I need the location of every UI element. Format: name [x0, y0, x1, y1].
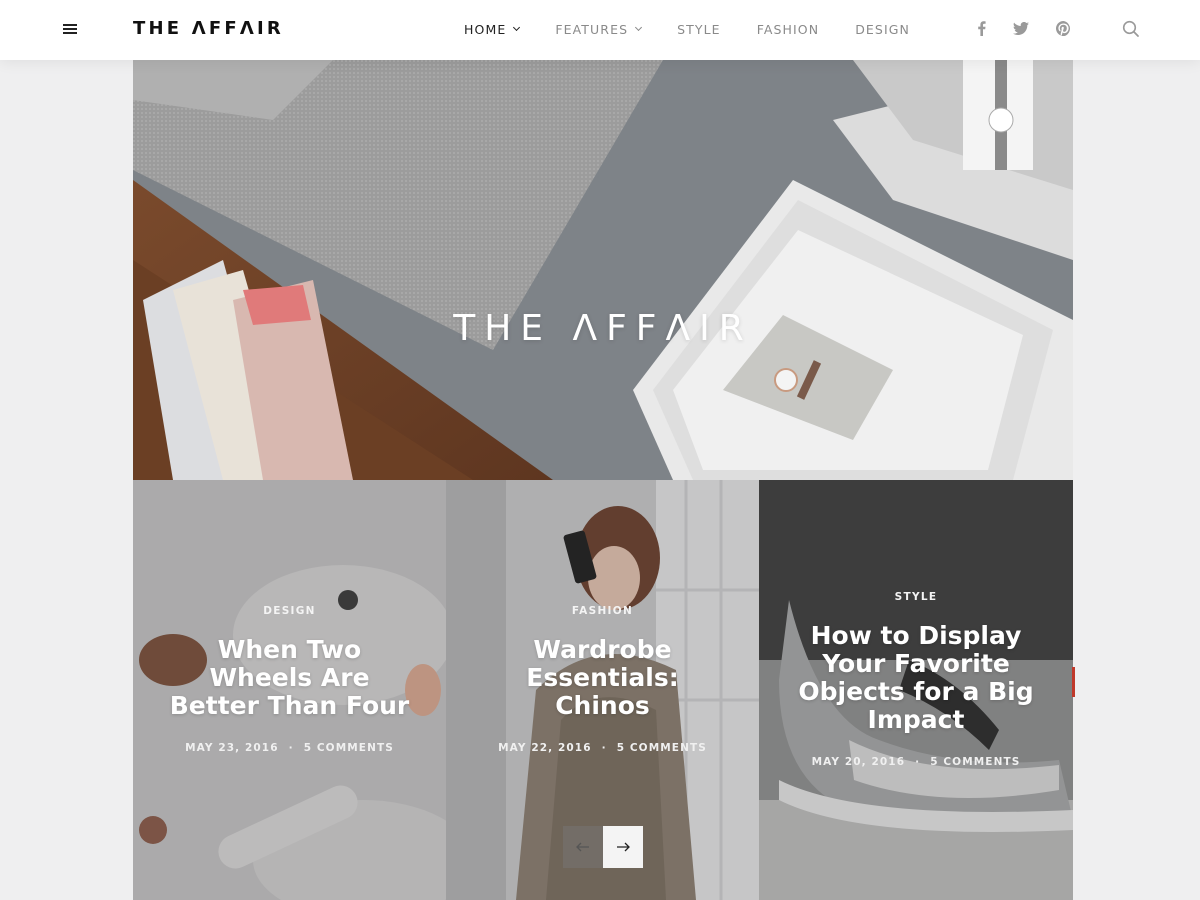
nav-item-features[interactable]: FEATURES: [555, 22, 643, 37]
post-category[interactable]: DESIGN: [133, 605, 446, 617]
nav-label: FEATURES: [555, 22, 629, 37]
post-meta: MAY 23, 2016 · 5 COMMENTS: [185, 742, 394, 754]
arrow-right-icon: [617, 842, 630, 852]
post-comments[interactable]: 5 COMMENTS: [617, 742, 707, 754]
side-tab[interactable]: [1072, 667, 1075, 697]
arrow-left-icon: [576, 842, 589, 852]
post-title[interactable]: When Two Wheels Are Better Than Four: [165, 636, 415, 720]
post-comments[interactable]: 5 COMMENTS: [304, 742, 394, 754]
post-content: FASHION Wardrobe Essentials: Chinos MAY …: [446, 605, 759, 754]
post-date: MAY 20, 2016: [811, 756, 906, 768]
nav-label: HOME: [464, 22, 507, 37]
site-header: THE ΛFFΛIR HOME FEATURES STYLE FASHION D…: [0, 0, 1200, 60]
post-category[interactable]: STYLE: [759, 591, 1073, 603]
post-card-design[interactable]: DESIGN When Two Wheels Are Better Than F…: [133, 480, 446, 900]
pinterest-icon[interactable]: [1054, 19, 1072, 37]
nav-item-fashion[interactable]: FASHION: [757, 22, 820, 37]
hero-title: THE ΛFFΛIR: [453, 308, 753, 349]
post-category[interactable]: FASHION: [446, 605, 759, 617]
search-icon[interactable]: [1122, 20, 1140, 38]
nav-label: FASHION: [756, 22, 820, 37]
hero-banner[interactable]: THE ΛFFΛIR: [133, 60, 1073, 480]
chevron-down-icon: [513, 23, 521, 32]
nav-item-design[interactable]: DESIGN: [855, 22, 910, 37]
nav-item-style[interactable]: STYLE: [677, 22, 721, 37]
nav-item-home[interactable]: HOME: [464, 22, 521, 37]
post-comments[interactable]: 5 COMMENTS: [930, 756, 1020, 768]
main-nav: HOME FEATURES STYLE FASHION DESIGN: [464, 22, 946, 37]
post-card-style[interactable]: STYLE How to Display Your Favorite Objec…: [759, 480, 1073, 900]
slider-prev-button[interactable]: [563, 826, 603, 868]
post-meta: MAY 22, 2016 · 5 COMMENTS: [498, 742, 707, 754]
menu-icon[interactable]: [63, 22, 79, 36]
twitter-icon[interactable]: [1012, 19, 1030, 37]
site-logo[interactable]: THE ΛFFΛIR: [133, 18, 284, 39]
chevron-down-icon: [635, 23, 643, 32]
post-content: STYLE How to Display Your Favorite Objec…: [759, 591, 1073, 768]
hero-image: [133, 60, 1073, 480]
post-date: MAY 23, 2016: [185, 742, 279, 754]
post-content: DESIGN When Two Wheels Are Better Than F…: [133, 605, 446, 754]
facebook-icon[interactable]: [972, 19, 990, 37]
nav-label: STYLE: [677, 22, 721, 37]
post-title[interactable]: Wardrobe Essentials: Chinos: [503, 636, 703, 720]
featured-posts: DESIGN When Two Wheels Are Better Than F…: [133, 480, 1073, 900]
nav-label: DESIGN: [855, 22, 910, 37]
post-meta: MAY 20, 2016 · 5 COMMENTS: [811, 756, 1021, 768]
post-title[interactable]: How to Display Your Favorite Objects for…: [791, 622, 1041, 734]
slider-next-button[interactable]: [603, 826, 643, 868]
post-date: MAY 22, 2016: [498, 742, 592, 754]
